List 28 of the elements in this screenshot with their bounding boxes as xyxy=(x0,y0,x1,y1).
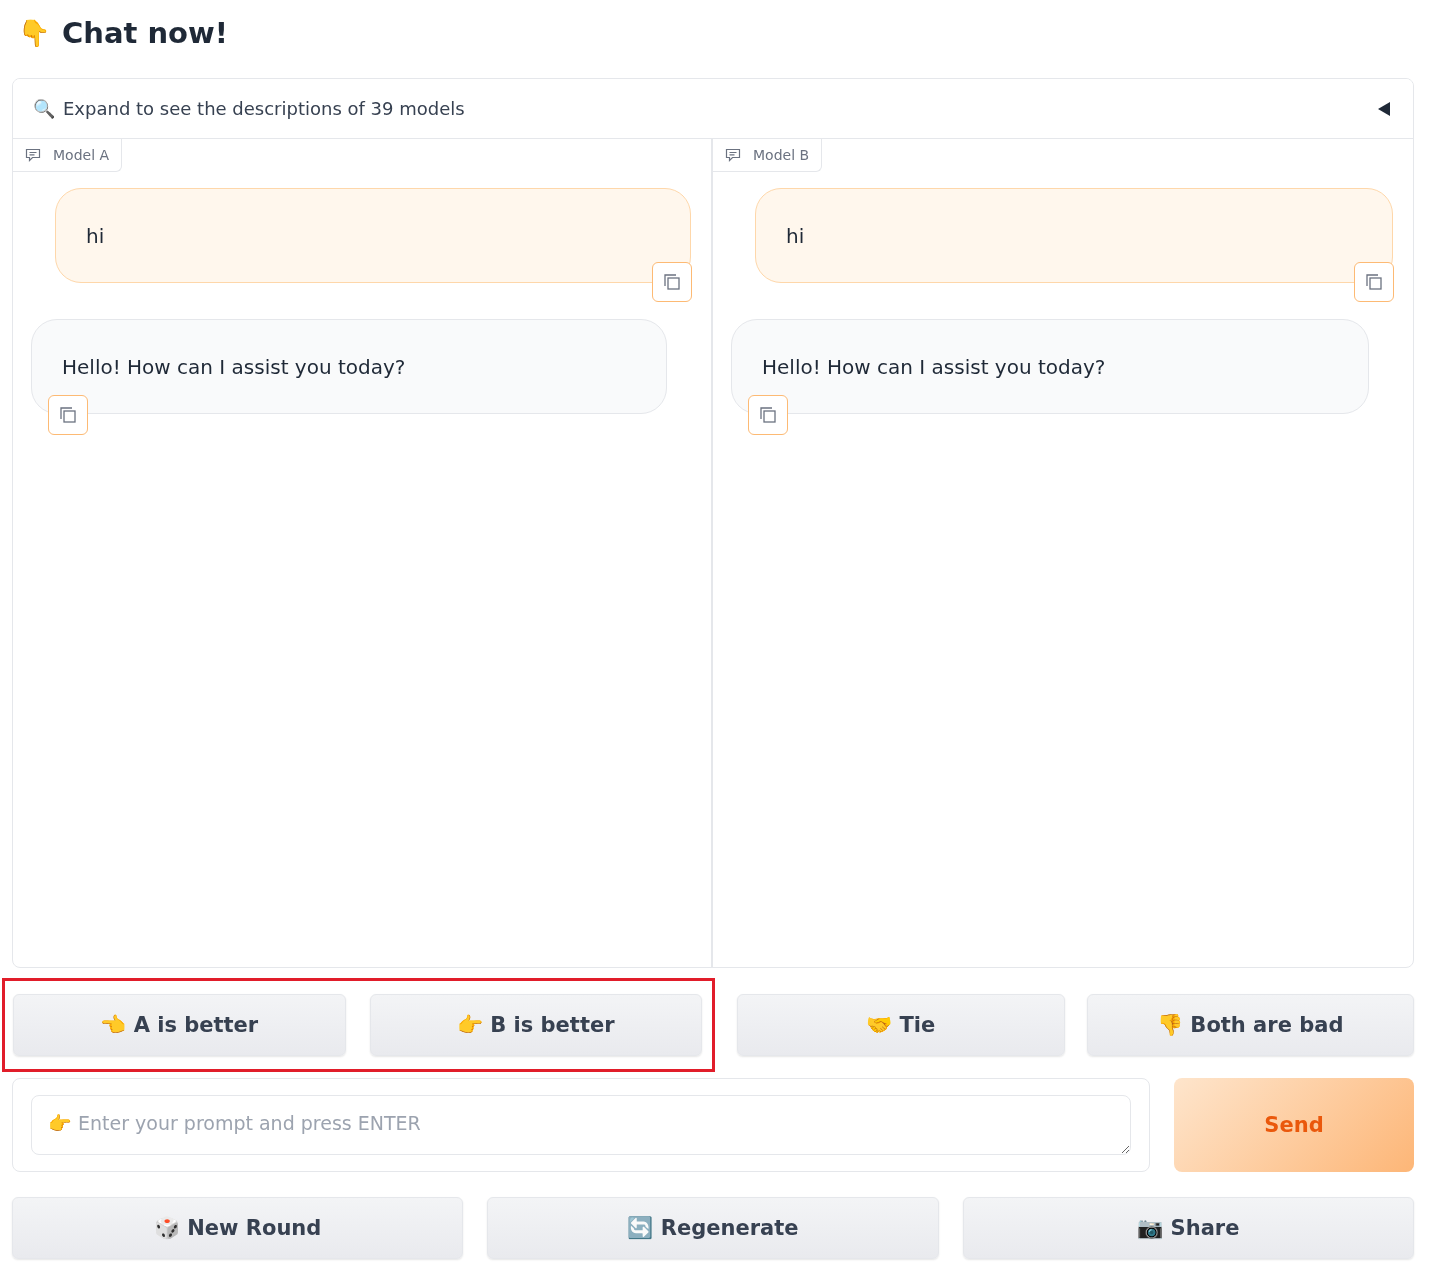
model-name: Model B xyxy=(753,147,810,163)
message-text: hi xyxy=(86,223,105,248)
action-button[interactable]: 📷 Share xyxy=(962,1197,1414,1259)
collapse-triangle-icon xyxy=(1377,101,1391,116)
copy-icon xyxy=(59,406,77,424)
message-text: Hello! How can I assist you today? xyxy=(62,354,406,379)
page-title: Chat now! xyxy=(62,16,229,50)
vote-button[interactable]: 🤝 Tie xyxy=(737,994,1065,1056)
chat-bubble-icon xyxy=(25,148,41,162)
action-button[interactable]: 🎲 New Round xyxy=(12,1197,464,1259)
model-name: Model A xyxy=(53,147,110,163)
copy-button[interactable] xyxy=(48,395,88,435)
chat-bubble-icon xyxy=(725,148,741,162)
pointing-down-emoji: 👇 xyxy=(18,18,50,48)
action-button[interactable]: 🔄 Regenerate xyxy=(487,1197,939,1259)
vote-button[interactable]: 👈 A is better xyxy=(13,994,346,1056)
descriptions-accordion[interactable]: 🔍 Expand to see the descriptions of 39 models xyxy=(13,79,1413,139)
message-text: Hello! How can I assist you today? xyxy=(762,354,1106,379)
vote-button[interactable]: 👉 B is better xyxy=(369,994,702,1056)
message-text: hi xyxy=(786,223,805,248)
copy-icon xyxy=(759,406,777,424)
copy-button[interactable] xyxy=(1354,262,1394,302)
vote-button[interactable]: 👎 Both are bad xyxy=(1086,994,1414,1056)
copy-button[interactable] xyxy=(748,395,788,435)
copy-button[interactable] xyxy=(652,262,692,302)
prompt-field[interactable]: 👉 Enter your prompt and press ENTER xyxy=(31,1095,1131,1155)
copy-icon xyxy=(663,273,681,291)
copy-icon xyxy=(1365,273,1383,291)
